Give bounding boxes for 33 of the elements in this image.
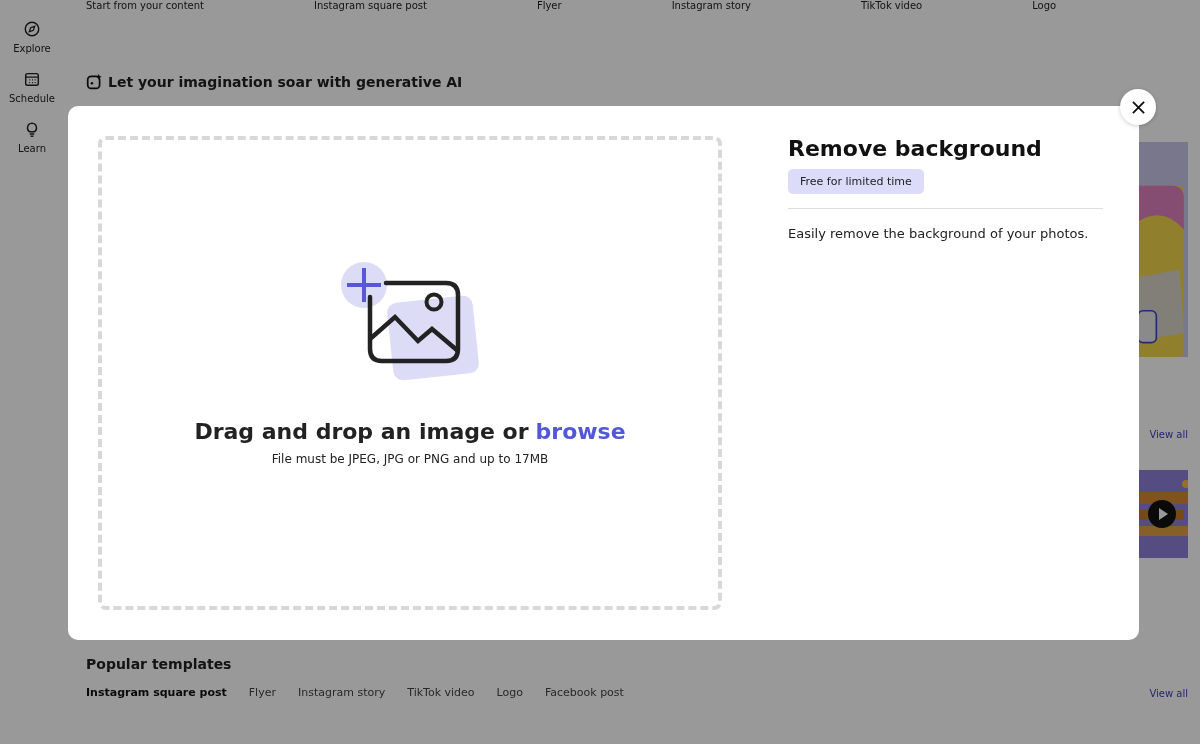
template-tab[interactable]: Flyer (248, 686, 276, 699)
close-icon (1131, 100, 1145, 114)
calendar-icon (23, 70, 41, 88)
quick-action-link[interactable]: Start from your content (86, 0, 204, 11)
file-hint: File must be JPEG, JPG or PNG and up to 17MB (271, 451, 549, 466)
quick-action-link[interactable]: Instagram square post (314, 0, 427, 11)
drop-prompt: Drag and drop an image or (194, 418, 529, 444)
template-tab[interactable]: Instagram square post (86, 686, 227, 699)
sidebar-item[interactable]: Schedule (9, 70, 55, 104)
view-all-link[interactable]: View all (1149, 688, 1188, 699)
drop-zone[interactable]: Drag and drop an image or browse File must be JPEG, JPG or PNG and up to 17MB (98, 136, 722, 610)
promo-badge: Free for limited time (788, 169, 924, 194)
sidebar-item[interactable]: Explore (13, 20, 51, 54)
quick-action-link[interactable]: Flyer (536, 0, 562, 11)
section-title: Let your imagination soar with generative AI (108, 73, 463, 90)
sparkle-image-icon (86, 73, 103, 90)
quick-action-link[interactable]: Instagram story (671, 0, 751, 11)
dialog-description: Easily remove the background of your photos. (788, 226, 1089, 241)
template-tab[interactable]: Instagram story (298, 686, 386, 699)
quick-action-link[interactable]: TikTok video (861, 0, 923, 11)
dialog-title: Remove background (788, 136, 1042, 161)
browse-link[interactable]: browse (535, 418, 626, 444)
view-all-link[interactable]: View all (1149, 429, 1188, 440)
template-tab[interactable]: Logo (496, 686, 523, 699)
compass-icon (23, 20, 41, 38)
section-title: Popular templates (86, 656, 233, 672)
play-icon[interactable] (1148, 500, 1176, 528)
sidebar-item[interactable]: Learn (18, 120, 46, 154)
quick-action-link[interactable]: Logo (1032, 0, 1057, 11)
template-tab[interactable]: Facebook post (544, 686, 624, 699)
template-tab[interactable]: TikTok video (407, 686, 475, 699)
close-button[interactable] (1120, 89, 1156, 125)
add-image-icon (340, 260, 480, 381)
